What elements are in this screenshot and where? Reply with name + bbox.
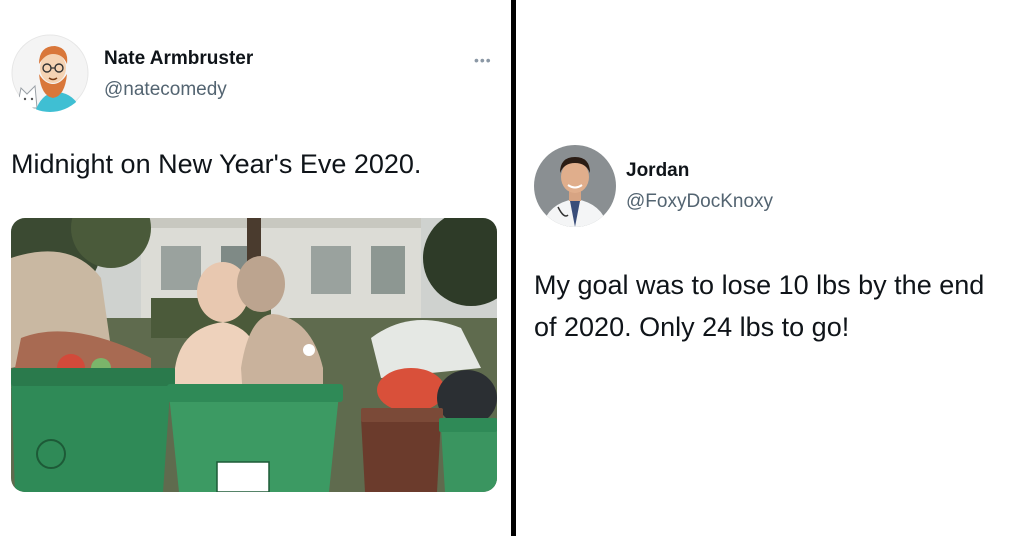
tweet-card-right: Jordan @FoxyDocKnoxy My goal was to lose… xyxy=(516,0,1024,536)
doctor-photo-avatar-icon xyxy=(534,145,616,227)
handle-jordan[interactable]: @FoxyDocKnoxy xyxy=(626,191,773,213)
tweet-card-left: Nate Armbruster @natecomedy ••• Midnight… xyxy=(0,0,511,536)
handle-nate[interactable]: @natecomedy xyxy=(104,79,227,101)
more-options-icon[interactable]: ••• xyxy=(474,53,492,67)
display-name-nate[interactable]: Nate Armbruster xyxy=(104,48,253,70)
avatar-jordan[interactable] xyxy=(534,145,616,227)
tweet-photo[interactable] xyxy=(11,218,497,492)
photo-mannequins-in-trash-bins xyxy=(11,218,497,492)
display-name-jordan[interactable]: Jordan xyxy=(626,160,689,182)
avatar-nate[interactable] xyxy=(11,34,89,112)
tweet-text-jordan: My goal was to lose 10 lbs by the end of… xyxy=(534,270,985,342)
tweet-text-nate: Midnight on New Year's Eve 2020. xyxy=(11,149,422,179)
cartoon-avatar-icon xyxy=(11,34,89,112)
